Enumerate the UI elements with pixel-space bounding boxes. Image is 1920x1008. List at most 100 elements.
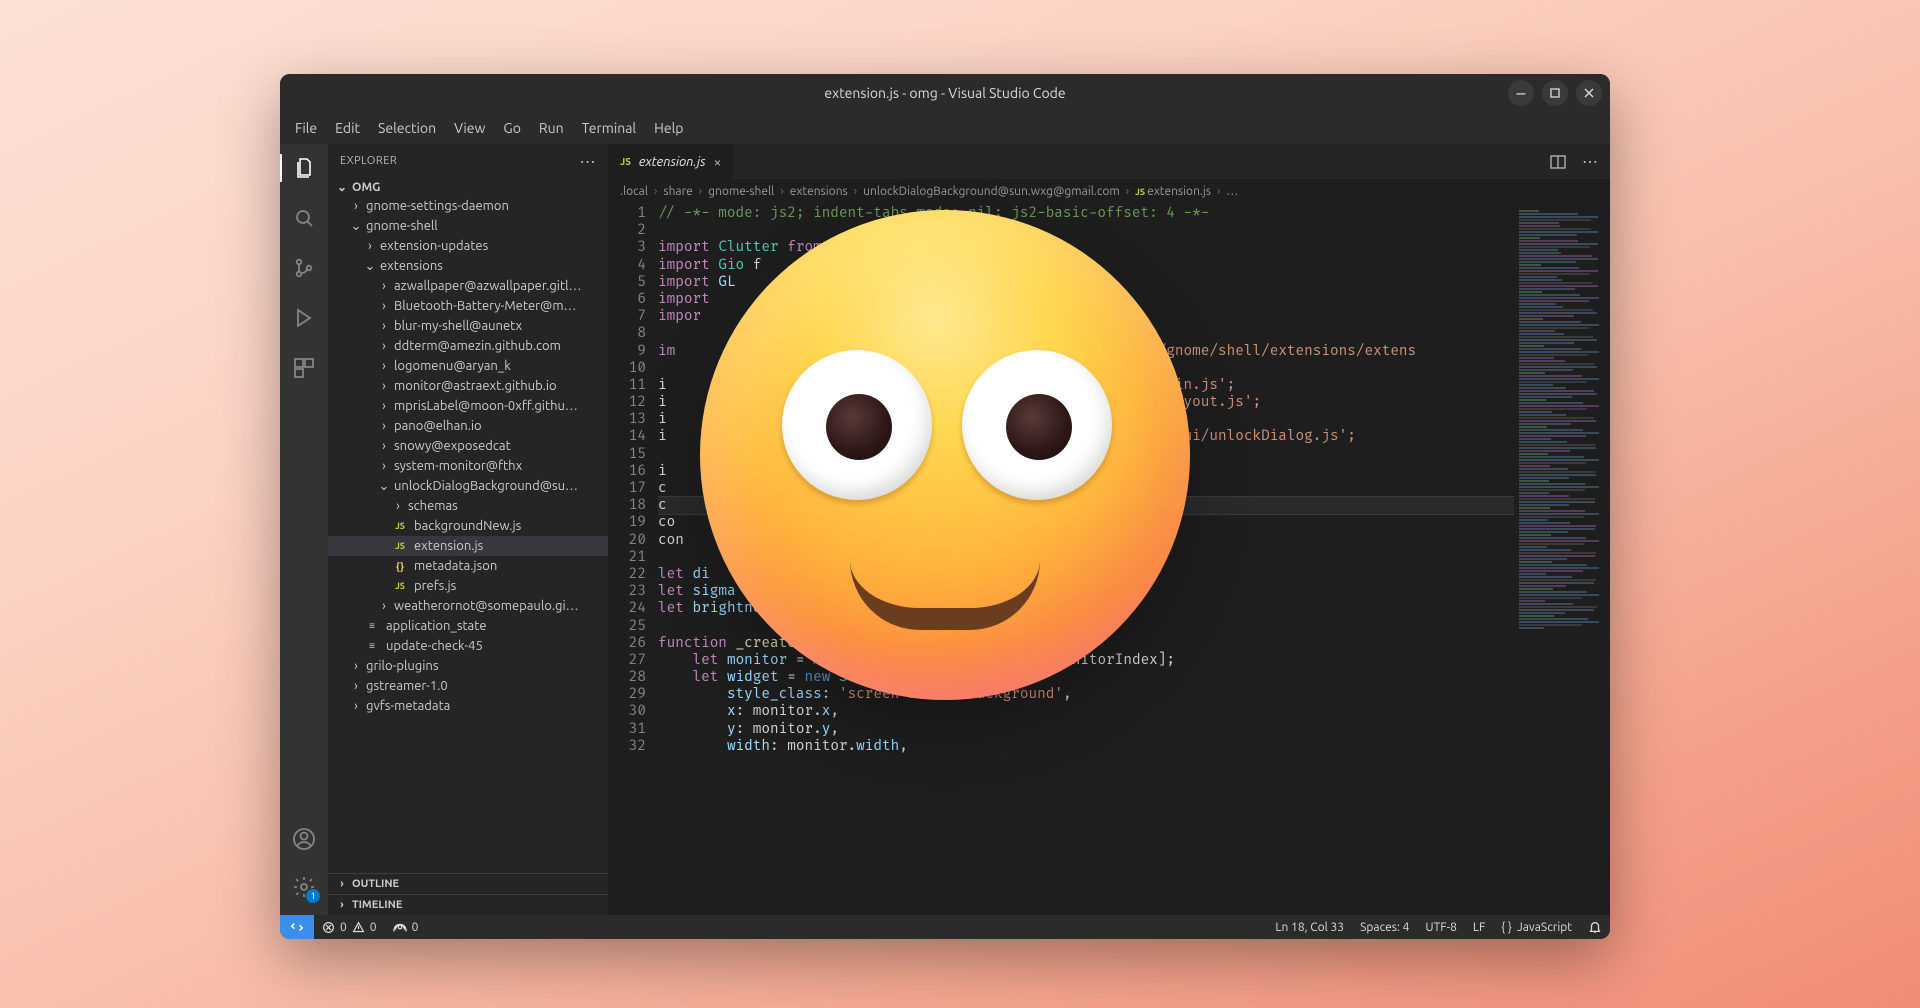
indentation[interactable]: Spaces: 4 bbox=[1352, 920, 1417, 934]
tree-row[interactable]: JSprefs.js bbox=[328, 576, 608, 596]
close-tab-icon[interactable]: × bbox=[714, 154, 722, 170]
breadcrumb-segment[interactable]: unlockDialogBackground@sun.wxg@gmail.com bbox=[863, 185, 1120, 198]
chevron-right-icon: › bbox=[854, 185, 857, 198]
tree-row[interactable]: JS extension.js bbox=[328, 536, 608, 556]
tree-row[interactable]: ›ddterm@amezin.github.com bbox=[328, 336, 608, 356]
menu-selection[interactable]: Selection bbox=[369, 116, 445, 140]
remote-indicator[interactable] bbox=[280, 915, 314, 939]
tree-row[interactable]: ›logomenu@aryan_k bbox=[328, 356, 608, 376]
chevron-down-icon: ⌄ bbox=[378, 479, 390, 494]
tree-row[interactable]: JSbackgroundNew.js bbox=[328, 516, 608, 536]
minimize-button[interactable]: – bbox=[1508, 80, 1534, 106]
cursor-position[interactable]: Ln 18, Col 33 bbox=[1267, 920, 1352, 934]
timeline-section[interactable]: › TIMELINE bbox=[328, 894, 608, 915]
chevron-right-icon: › bbox=[378, 459, 390, 473]
menu-go[interactable]: Go bbox=[494, 116, 529, 140]
notifications-icon[interactable] bbox=[1580, 920, 1610, 934]
braces-icon: { } bbox=[1501, 921, 1512, 934]
chevron-right-icon: › bbox=[336, 899, 348, 911]
breadcrumb-segment[interactable]: share bbox=[663, 185, 692, 198]
chevron-right-icon: › bbox=[654, 185, 657, 198]
split-editor-icon[interactable] bbox=[1550, 154, 1566, 170]
chevron-right-icon: › bbox=[699, 185, 702, 198]
ports-indicator[interactable]: 0 bbox=[385, 920, 427, 934]
tree-row[interactable]: ›blur-my-shell@aunetx bbox=[328, 316, 608, 336]
chevron-right-icon: › bbox=[378, 599, 390, 613]
tree-row[interactable]: ›grilo-plugins bbox=[328, 656, 608, 676]
menu-help[interactable]: Help bbox=[645, 116, 692, 140]
js-file-icon: JS bbox=[620, 156, 631, 167]
tree-label: ddterm@amezin.github.com bbox=[394, 339, 561, 353]
tree-row[interactable]: {}metadata.json bbox=[328, 556, 608, 576]
encoding[interactable]: UTF-8 bbox=[1417, 920, 1464, 934]
tree-row[interactable]: ›gstreamer-1.0 bbox=[328, 676, 608, 696]
run-debug-icon[interactable] bbox=[290, 304, 318, 332]
menu-edit[interactable]: Edit bbox=[326, 116, 369, 140]
code-line[interactable]: x: monitor.x, bbox=[658, 703, 1514, 720]
tree-row[interactable]: ›schemas bbox=[328, 496, 608, 516]
accounts-icon[interactable] bbox=[290, 825, 318, 853]
breadcrumb-segment[interactable]: gnome-shell bbox=[708, 185, 774, 198]
breadcrumbs[interactable]: .local › share › gnome-shell › extensions › unlo… bbox=[608, 179, 1610, 203]
search-icon[interactable] bbox=[290, 204, 318, 232]
code-line[interactable]: width: monitor.width, bbox=[658, 738, 1514, 755]
minimap[interactable] bbox=[1514, 203, 1610, 915]
tab-extension-js[interactable]: JS extension.js × bbox=[608, 144, 734, 179]
tree-row[interactable]: ›Bluetooth-Battery-Meter@m… bbox=[328, 296, 608, 316]
menu-file[interactable]: File bbox=[286, 116, 326, 140]
chevron-right-icon: › bbox=[350, 679, 362, 693]
file-tree[interactable]: ›gnome-settings-daemon⌄gnome-shell › exten… bbox=[328, 196, 608, 873]
chevron-right-icon: › bbox=[378, 439, 390, 453]
explorer-root[interactable]: ⌄ OMG bbox=[328, 178, 608, 196]
breadcrumb-segment[interactable]: .local bbox=[620, 185, 648, 198]
js-file-icon: JS bbox=[392, 538, 408, 554]
breadcrumb-segment[interactable]: … bbox=[1226, 185, 1238, 198]
chevron-right-icon: › bbox=[364, 239, 376, 253]
tree-row[interactable]: ⌄gnome-shell bbox=[328, 216, 608, 236]
extensions-icon[interactable] bbox=[290, 354, 318, 382]
tree-row[interactable]: ›system-monitor@fthx bbox=[328, 456, 608, 476]
chevron-right-icon: › bbox=[378, 419, 390, 433]
menu-view[interactable]: View bbox=[445, 116, 494, 140]
code-line[interactable]: y: monitor.y, bbox=[658, 721, 1514, 738]
breadcrumb-segment[interactable]: extensions bbox=[790, 185, 848, 198]
problems-indicator[interactable]: 0 0 bbox=[314, 921, 385, 934]
tree-label: update-check-45 bbox=[386, 639, 483, 653]
tree-row[interactable]: ⌄extensions bbox=[328, 256, 608, 276]
tree-label: extension-updates bbox=[380, 239, 488, 253]
tree-row[interactable]: ›gvfs-metadata bbox=[328, 696, 608, 716]
breadcrumb-segment[interactable]: JS extension.js bbox=[1135, 185, 1211, 198]
tree-row[interactable]: ⌄unlockDialogBackground@su… bbox=[328, 476, 608, 496]
explorer-icon[interactable] bbox=[290, 154, 318, 182]
menu-terminal[interactable]: Terminal bbox=[573, 116, 646, 140]
tree-row[interactable]: ›monitor@astraext.github.io bbox=[328, 376, 608, 396]
tree-row[interactable]: ›azwallpaper@azwallpaper.gitl… bbox=[328, 276, 608, 296]
source-control-icon[interactable] bbox=[290, 254, 318, 282]
settings-gear-icon[interactable]: 1 bbox=[290, 873, 318, 901]
titlebar[interactable]: extension.js - omg - Visual Studio Code … bbox=[280, 74, 1610, 112]
menu-run[interactable]: Run bbox=[530, 116, 573, 140]
tree-row[interactable]: ≡application_state bbox=[328, 616, 608, 636]
json-file-icon: {} bbox=[392, 558, 408, 574]
tree-label: pano@elhan.io bbox=[394, 419, 482, 433]
tree-row[interactable]: ≡update-check-45 bbox=[328, 636, 608, 656]
outline-section[interactable]: › OUTLINE bbox=[328, 873, 608, 894]
tree-row[interactable]: ›mprisLabel@moon-0xff.githu… bbox=[328, 396, 608, 416]
activity-bar: 1 bbox=[280, 144, 328, 915]
tree-row[interactable]: › extension-updates bbox=[328, 236, 608, 256]
eol[interactable]: LF bbox=[1465, 920, 1493, 934]
tree-label: extension.js bbox=[414, 539, 483, 553]
maximize-button[interactable] bbox=[1542, 80, 1568, 106]
tree-row[interactable]: › pano@elhan.io bbox=[328, 416, 608, 436]
ports-count: 0 bbox=[412, 921, 419, 934]
language-mode[interactable]: { } JavaScript bbox=[1493, 920, 1580, 934]
more-actions-icon[interactable]: ⋯ bbox=[1582, 152, 1598, 171]
tree-label: prefs.js bbox=[414, 579, 456, 593]
tree-row[interactable]: ›weatherornot@somepaulo.gi… bbox=[328, 596, 608, 616]
chevron-right-icon: › bbox=[378, 399, 390, 413]
tree-row[interactable]: ›snowy@exposedcat bbox=[328, 436, 608, 456]
chevron-right-icon: › bbox=[1217, 185, 1220, 198]
tree-row[interactable]: ›gnome-settings-daemon bbox=[328, 196, 608, 216]
close-button[interactable] bbox=[1576, 80, 1602, 106]
explorer-more-icon[interactable]: ⋯ bbox=[580, 152, 597, 171]
